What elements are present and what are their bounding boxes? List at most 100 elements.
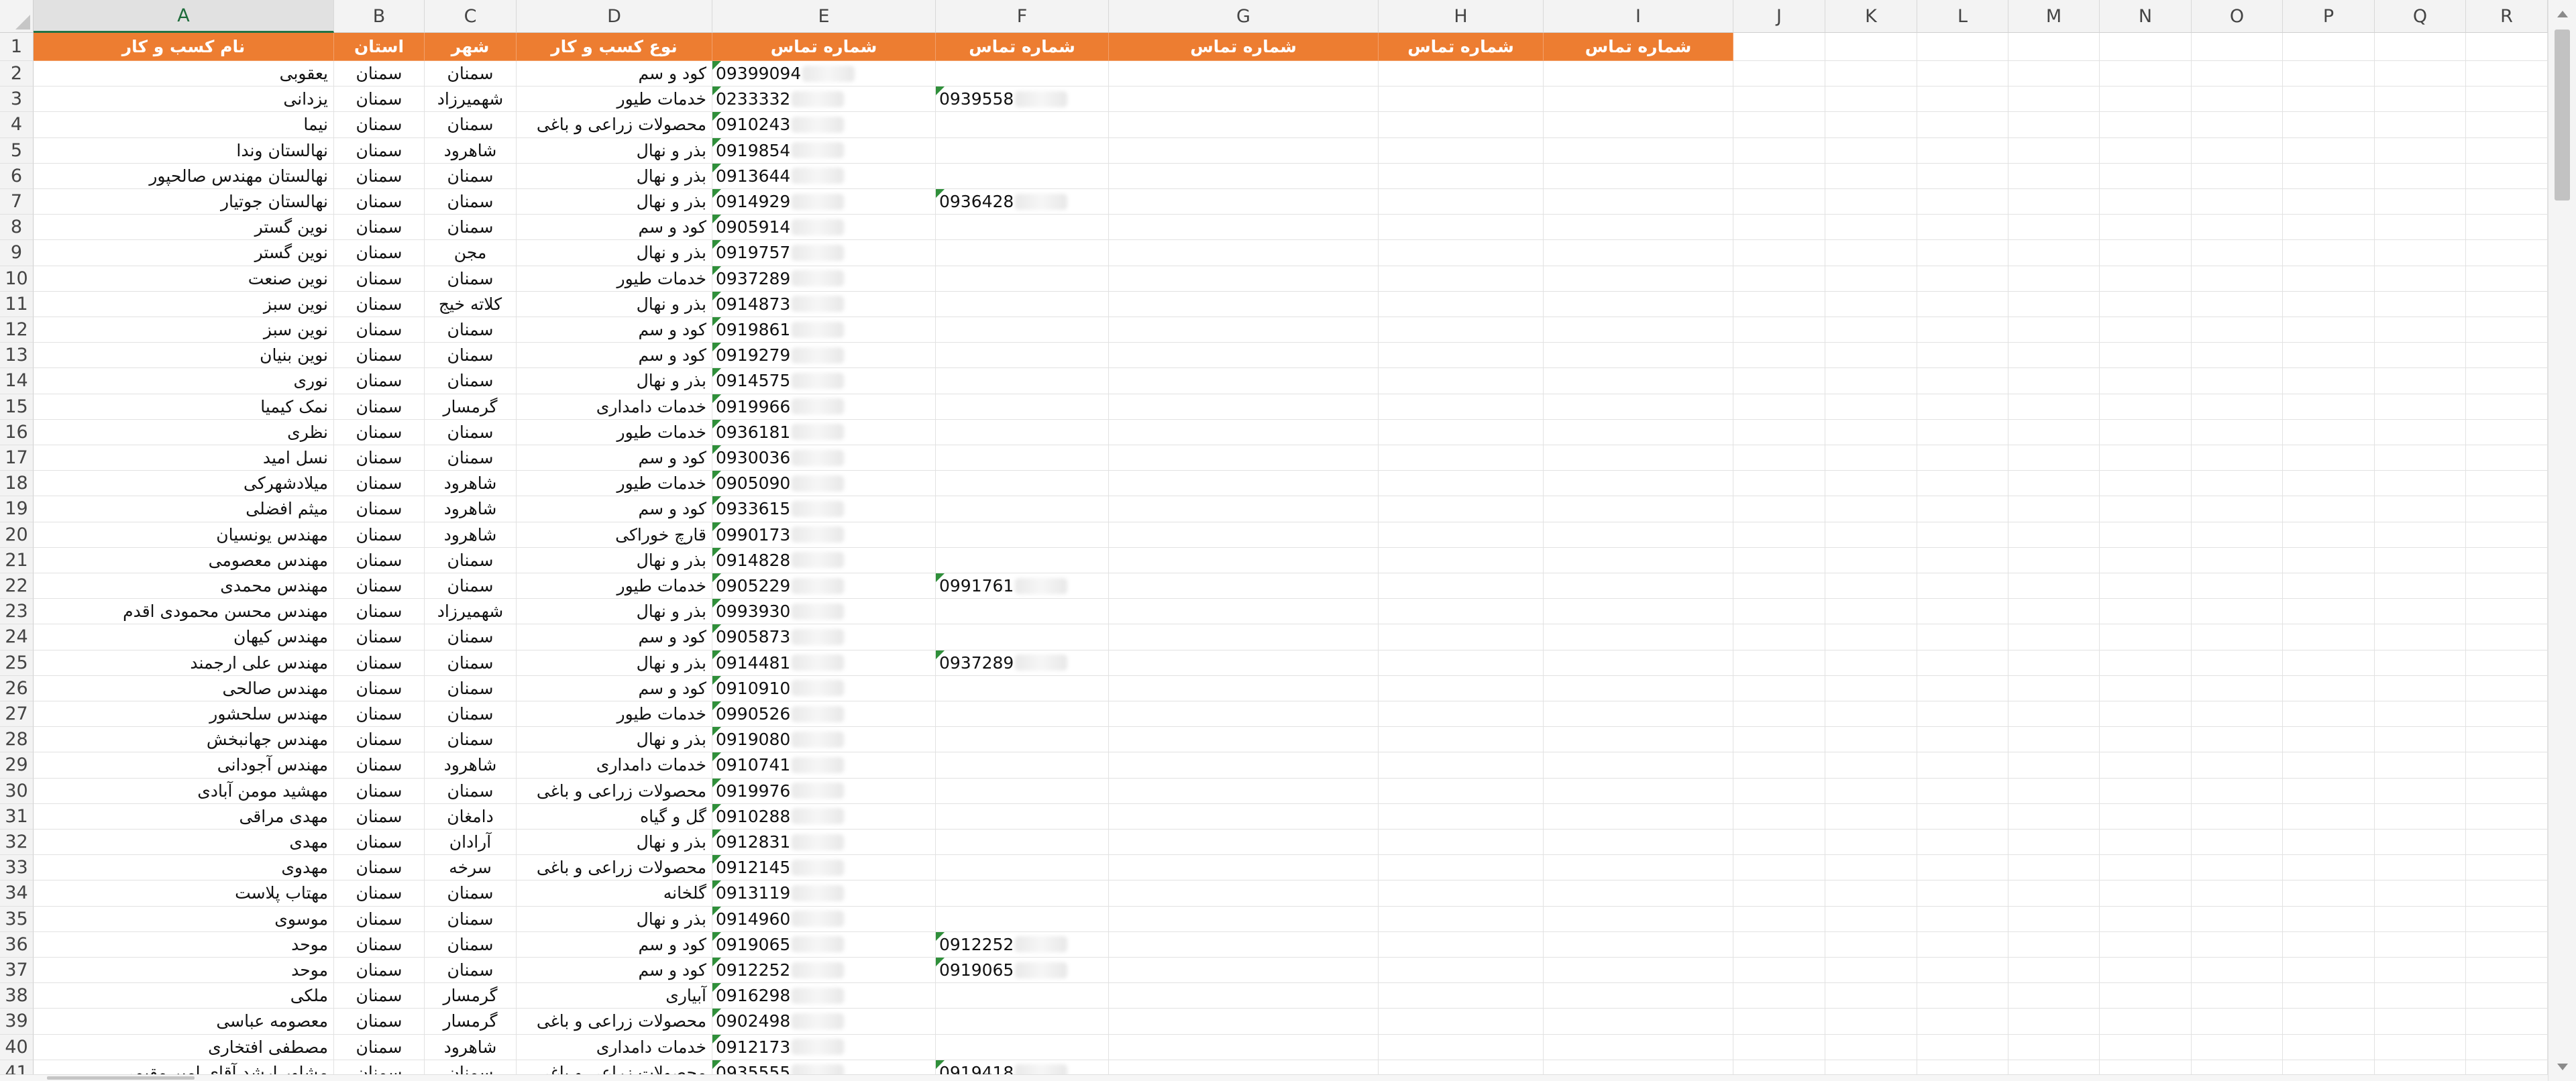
empty-cell[interactable] (1109, 163, 1379, 189)
empty-cell[interactable] (2466, 240, 2548, 266)
province-cell[interactable]: سمنان (334, 445, 425, 471)
empty-cell[interactable] (1733, 855, 1825, 881)
empty-cell[interactable] (2008, 547, 2100, 573)
business-type-cell[interactable]: بذر و نهال (517, 547, 712, 573)
city-cell[interactable]: سمنان (425, 650, 517, 676)
empty-cell[interactable] (2100, 675, 2192, 701)
empty-cell[interactable] (1109, 1060, 1379, 1074)
empty-cell[interactable] (2283, 778, 2375, 804)
empty-cell[interactable] (1544, 317, 1733, 343)
column-header-k[interactable]: K (1825, 0, 1917, 33)
city-cell[interactable]: سمنان (425, 163, 517, 189)
empty-cell[interactable] (2192, 931, 2283, 958)
province-cell[interactable]: سمنان (334, 983, 425, 1009)
business-name-cell[interactable]: نظری (34, 419, 334, 445)
empty-cell[interactable] (1379, 931, 1544, 958)
empty-cell[interactable] (2375, 958, 2466, 984)
empty-cell[interactable] (2466, 471, 2548, 497)
business-name-cell[interactable]: نهالستان جوتیار (34, 189, 334, 215)
empty-cell[interactable] (1544, 1060, 1733, 1074)
empty-cell[interactable] (2192, 803, 2283, 830)
empty-cell[interactable] (2375, 855, 2466, 881)
empty-cell[interactable] (2008, 727, 2100, 753)
empty-cell[interactable] (2008, 983, 2100, 1009)
phone2-cell[interactable] (936, 496, 1109, 522)
empty-cell[interactable] (2192, 650, 2283, 676)
business-type-cell[interactable]: بذر و نهال (517, 830, 712, 856)
empty-cell[interactable] (2100, 701, 2192, 728)
business-type-cell[interactable]: خدمات طیور (517, 266, 712, 292)
province-cell[interactable]: سمنان (334, 830, 425, 856)
business-type-cell[interactable]: بذر و نهال (517, 368, 712, 394)
empty-cell[interactable] (1109, 650, 1379, 676)
business-name-cell[interactable]: مهندس آجودانی (34, 752, 334, 779)
province-cell[interactable]: سمنان (334, 163, 425, 189)
empty-cell[interactable] (2375, 701, 2466, 728)
empty-cell[interactable] (1733, 471, 1825, 497)
header-cell-c[interactable]: شهر (425, 33, 517, 61)
empty-cell[interactable] (2008, 1034, 2100, 1060)
empty-cell[interactable] (1109, 317, 1379, 343)
province-cell[interactable]: سمنان (334, 599, 425, 625)
empty-cell[interactable] (1109, 880, 1379, 907)
phone-cell[interactable]: 0919279 (712, 343, 936, 369)
empty-cell[interactable] (2375, 33, 2466, 61)
empty-cell[interactable] (2283, 958, 2375, 984)
phone-cell[interactable]: 0914481 (712, 650, 936, 676)
empty-cell[interactable] (2283, 547, 2375, 573)
empty-cell[interactable] (2283, 855, 2375, 881)
city-cell[interactable]: شاهرود (425, 522, 517, 548)
empty-cell[interactable] (2192, 522, 2283, 548)
province-cell[interactable]: سمنان (334, 137, 425, 164)
row-header[interactable]: 34 (0, 880, 34, 907)
empty-cell[interactable] (1544, 496, 1733, 522)
empty-cell[interactable] (2283, 496, 2375, 522)
empty-cell[interactable] (2283, 624, 2375, 650)
empty-cell[interactable] (2192, 599, 2283, 625)
province-cell[interactable]: سمنان (334, 240, 425, 266)
city-cell[interactable]: شهمیرزاد (425, 599, 517, 625)
empty-cell[interactable] (1825, 87, 1917, 113)
business-name-cell[interactable]: مهندس صالحی (34, 675, 334, 701)
empty-cell[interactable] (1917, 599, 2008, 625)
empty-cell[interactable] (2192, 1060, 2283, 1074)
column-header-a[interactable]: A (34, 0, 334, 33)
province-cell[interactable]: سمنان (334, 291, 425, 317)
empty-cell[interactable] (1379, 727, 1544, 753)
city-cell[interactable]: شاهرود (425, 137, 517, 164)
empty-cell[interactable] (2283, 189, 2375, 215)
empty-cell[interactable] (1917, 189, 2008, 215)
empty-cell[interactable] (1733, 906, 1825, 932)
business-type-cell[interactable]: بذر و نهال (517, 906, 712, 932)
empty-cell[interactable] (2466, 624, 2548, 650)
empty-cell[interactable] (1917, 163, 2008, 189)
empty-cell[interactable] (2375, 445, 2466, 471)
province-cell[interactable]: سمنان (334, 778, 425, 804)
empty-cell[interactable] (2192, 317, 2283, 343)
empty-cell[interactable] (2283, 880, 2375, 907)
select-all-corner[interactable] (0, 0, 34, 33)
empty-cell[interactable] (2192, 1009, 2283, 1035)
province-cell[interactable]: سمنان (334, 87, 425, 113)
row-header[interactable]: 38 (0, 983, 34, 1009)
empty-cell[interactable] (1733, 830, 1825, 856)
empty-cell[interactable] (2466, 752, 2548, 779)
empty-cell[interactable] (1917, 650, 2008, 676)
empty-cell[interactable] (1917, 624, 2008, 650)
empty-cell[interactable] (2008, 650, 2100, 676)
phone2-cell[interactable]: 0936428 (936, 189, 1109, 215)
empty-cell[interactable] (1733, 87, 1825, 113)
empty-cell[interactable] (2192, 445, 2283, 471)
phone2-cell[interactable] (936, 343, 1109, 369)
empty-cell[interactable] (2008, 445, 2100, 471)
province-cell[interactable]: سمنان (334, 931, 425, 958)
empty-cell[interactable] (1379, 983, 1544, 1009)
province-cell[interactable]: سمنان (334, 727, 425, 753)
empty-cell[interactable] (1733, 650, 1825, 676)
business-name-cell[interactable]: موسوی (34, 906, 334, 932)
row-header[interactable]: 30 (0, 778, 34, 804)
empty-cell[interactable] (1733, 291, 1825, 317)
empty-cell[interactable] (2466, 906, 2548, 932)
empty-cell[interactable] (2100, 931, 2192, 958)
empty-cell[interactable] (2375, 343, 2466, 369)
